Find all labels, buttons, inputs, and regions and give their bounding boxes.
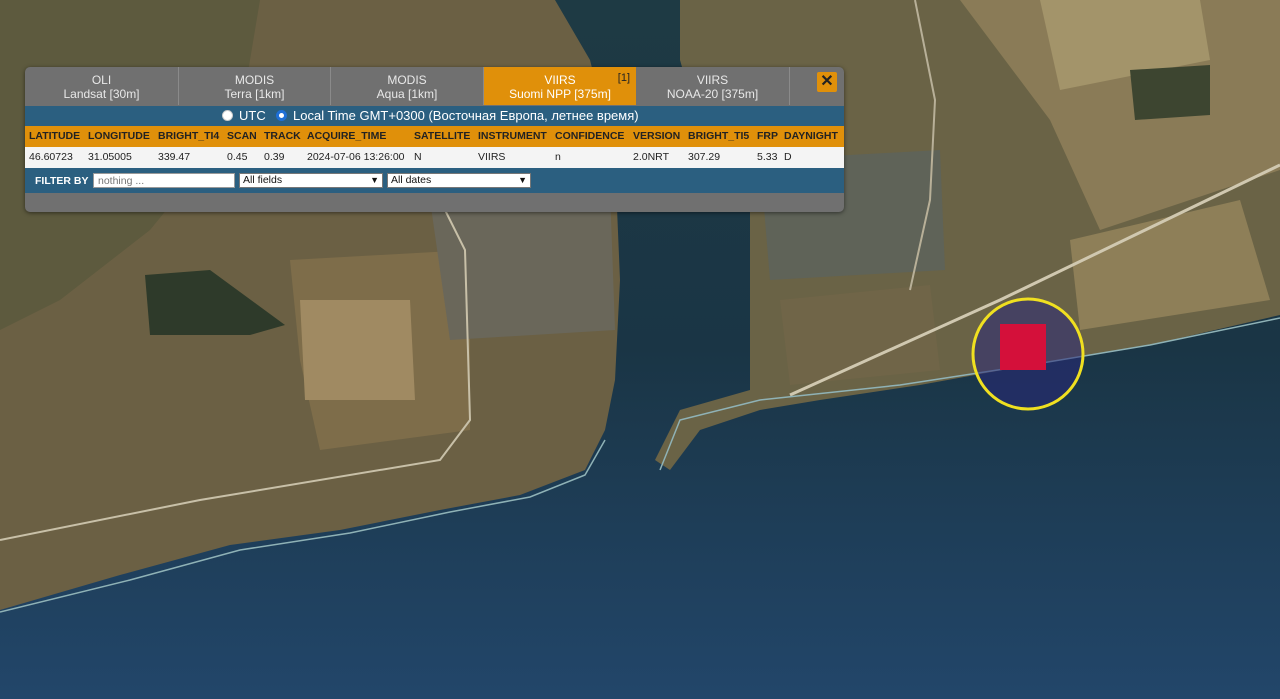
- tab-platform-label: Landsat [30m]: [63, 87, 140, 101]
- sensor-tabs: OLI Landsat [30m] MODIS Terra [1km] MODI…: [25, 67, 844, 105]
- column-header: LONGITUDE: [88, 130, 150, 142]
- table-cell: VIIRS: [478, 151, 506, 163]
- local-time-label: Local Time GMT+0300 (Восточная Европа, л…: [293, 108, 639, 123]
- filter-label: FILTER BY: [35, 175, 89, 187]
- tab-sensor-label: VIIRS: [696, 73, 729, 87]
- column-header: BRIGHT_TI4: [158, 130, 220, 142]
- utc-radio[interactable]: [222, 110, 233, 121]
- filter-bar: FILTER BY All fields ▼ All dates ▼: [25, 168, 844, 193]
- column-header: CONFIDENCE: [555, 130, 625, 142]
- table-row[interactable]: 46.60723 31.05005 339.47 0.45 0.39 2024-…: [25, 147, 844, 168]
- table-cell: 2.0NRT: [633, 151, 669, 163]
- chevron-down-icon: ▼: [370, 175, 379, 185]
- table-cell: 339.47: [158, 151, 191, 163]
- tab-sensor-label: MODIS: [234, 73, 275, 87]
- column-header: SATELLITE: [414, 130, 471, 142]
- tab-sensor-label: OLI: [91, 73, 112, 87]
- date-select[interactable]: All dates ▼: [387, 173, 531, 188]
- column-header: LATITUDE: [29, 130, 81, 142]
- filter-input[interactable]: [93, 173, 235, 188]
- column-header: BRIGHT_TI5: [688, 130, 750, 142]
- tab-platform-label: Suomi NPP [375m]: [509, 87, 611, 101]
- tab-sensor-label: MODIS: [387, 73, 427, 87]
- column-header: DAYNIGHT: [784, 130, 838, 142]
- table-cell: N: [414, 151, 422, 163]
- local-time-radio[interactable]: [276, 110, 287, 121]
- fire-info-popup: OLI Landsat [30m] MODIS Terra [1km] MODI…: [25, 67, 844, 212]
- tab-viirs-suomi-npp[interactable]: VIIRS Suomi NPP [375m] [1]: [484, 67, 636, 105]
- table-cell: n: [555, 151, 561, 163]
- tab-sensor-label: VIIRS: [544, 73, 576, 87]
- tab-platform-label: NOAA-20 [375m]: [666, 87, 759, 101]
- tab-platform-label: Aqua [1km]: [376, 87, 438, 101]
- table-cell: 2024-07-06 13:26:00: [307, 151, 405, 163]
- date-select-value: All dates: [391, 174, 432, 186]
- column-header: INSTRUMENT: [478, 130, 547, 142]
- column-header: TRACK: [264, 130, 301, 142]
- tab-platform-label: Terra [1km]: [224, 87, 285, 101]
- field-select-value: All fields: [243, 174, 283, 186]
- table-cell: 0.39: [264, 151, 285, 163]
- table-cell: 46.60723: [29, 151, 73, 163]
- table-header: LATITUDE LONGITUDE BRIGHT_TI4 SCAN TRACK…: [25, 126, 844, 147]
- close-icon[interactable]: ✕: [817, 72, 837, 92]
- column-header: SCAN: [227, 130, 257, 142]
- utc-label: UTC: [239, 108, 266, 123]
- table-cell: D: [784, 151, 792, 163]
- table-cell: 307.29: [688, 151, 721, 163]
- tab-modis-terra[interactable]: MODIS Terra [1km]: [179, 67, 331, 105]
- table-cell: 0.45: [227, 151, 248, 163]
- local-time-option[interactable]: Local Time GMT+0300 (Восточная Европа, л…: [276, 108, 639, 123]
- fire-hotspot-marker[interactable]: [965, 295, 1090, 420]
- column-header: VERSION: [633, 130, 681, 142]
- tab-viirs-noaa20[interactable]: VIIRS NOAA-20 [375m]: [636, 67, 790, 105]
- tab-modis-aqua[interactable]: MODIS Aqua [1km]: [331, 67, 484, 105]
- table-cell: 31.05005: [88, 151, 132, 163]
- column-header: ACQUIRE_TIME: [307, 130, 387, 142]
- field-select[interactable]: All fields ▼: [239, 173, 383, 188]
- utc-option[interactable]: UTC: [222, 108, 266, 123]
- chevron-down-icon: ▼: [518, 175, 527, 185]
- tab-result-count: [1]: [617, 72, 630, 84]
- time-zone-selector: UTC Local Time GMT+0300 (Восточная Европ…: [25, 106, 844, 126]
- tab-oli-landsat[interactable]: OLI Landsat [30m]: [25, 67, 179, 105]
- table-cell: 5.33: [757, 151, 778, 163]
- column-header: FRP: [757, 130, 778, 142]
- fire-pixel-square[interactable]: [1000, 324, 1046, 370]
